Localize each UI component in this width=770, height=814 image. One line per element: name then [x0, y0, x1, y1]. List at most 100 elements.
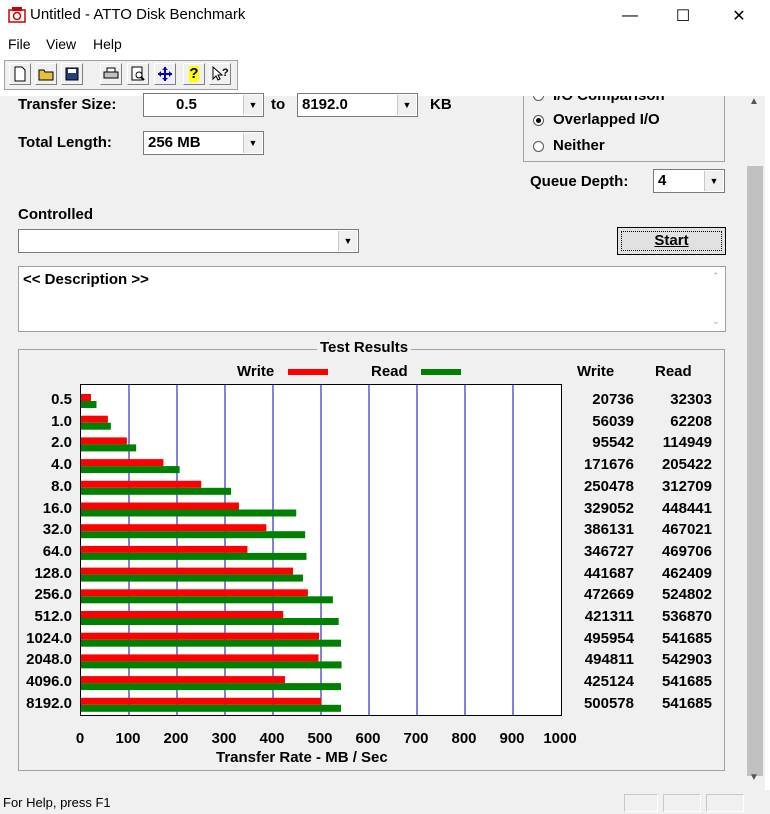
description-textarea[interactable]: << Description >> ⌃ ⌄ — [18, 266, 726, 332]
x-tick-label: 800 — [451, 730, 477, 747]
write-bar — [81, 437, 127, 445]
x-tick-label: 100 — [115, 730, 141, 747]
transfer-size-from-select[interactable]: 0.5 ▼ — [143, 93, 264, 117]
read-value: 448441 — [661, 499, 712, 517]
queue-depth-label: Queue Depth: — [530, 173, 629, 190]
row-label: 4.0 — [51, 456, 72, 474]
read-value: 205422 — [661, 456, 712, 474]
status-panel-1 — [624, 794, 658, 812]
write-value: 495954 — [583, 629, 634, 647]
read-bar — [81, 704, 342, 712]
write-value: 56039 — [592, 412, 634, 430]
write-bar — [81, 524, 267, 532]
status-panel-3 — [706, 794, 744, 812]
vertical-scrollbar[interactable]: ▲ ▼ — [745, 96, 765, 790]
x-tick-label: 400 — [259, 730, 285, 747]
read-bar — [81, 401, 97, 408]
chart-svg — [81, 385, 514, 715]
x-tick-label: 200 — [163, 730, 189, 747]
transfer-size-to-select[interactable]: 8192.0 ▼ — [297, 93, 418, 117]
x-tick-label: 600 — [355, 730, 381, 747]
row-label: 16.0 — [42, 499, 72, 517]
chevron-down-icon[interactable]: ▼ — [397, 95, 416, 115]
start-button-label: Start — [621, 231, 722, 251]
read-column-header: Read — [655, 363, 692, 380]
read-value: 541685 — [661, 694, 712, 712]
minimize-button[interactable]: — — [607, 0, 653, 31]
read-value: 462409 — [661, 564, 712, 582]
read-value: 32303 — [670, 391, 712, 408]
write-value: 329052 — [583, 499, 634, 517]
read-bar — [81, 466, 180, 474]
write-bar — [81, 394, 91, 401]
scroll-up-icon[interactable]: ▲ — [749, 96, 759, 107]
write-bar — [81, 567, 294, 575]
chevron-down-icon[interactable]: ▼ — [243, 133, 262, 153]
write-value: 425124 — [583, 673, 634, 691]
io-comparison-radio[interactable] — [533, 96, 544, 101]
maximize-button[interactable]: ☐ — [660, 0, 706, 31]
io-comparison-label: I/O Comparison — [553, 96, 665, 104]
row-label: 1024.0 — [26, 629, 72, 647]
overlapped-io-label[interactable]: Overlapped I/O — [553, 111, 660, 128]
save-icon[interactable] — [61, 63, 83, 85]
row-label: 128.0 — [34, 564, 72, 582]
menu-help[interactable]: Help — [93, 36, 122, 52]
new-file-icon[interactable] — [9, 63, 31, 85]
kb-label: KB — [430, 96, 452, 113]
open-folder-icon[interactable] — [35, 63, 57, 85]
window-title: Untitled - ATTO Disk Benchmark — [30, 6, 246, 23]
menu-file[interactable]: File — [8, 36, 31, 52]
app-icon — [8, 6, 26, 24]
menu-view[interactable]: View — [46, 36, 76, 52]
scroll-down-icon[interactable]: ▼ — [749, 772, 759, 783]
status-panel-2 — [663, 794, 701, 812]
read-bar — [81, 552, 307, 560]
move-icon[interactable] — [154, 63, 176, 85]
x-tick-label: 1000 — [543, 730, 577, 747]
context-help-icon[interactable]: ? — [209, 63, 231, 85]
x-tick-label: 900 — [499, 730, 525, 747]
overlapped-io-radio[interactable] — [533, 115, 544, 126]
neither-radio[interactable] — [533, 141, 544, 152]
io-comparison-option[interactable]: I/O Comparison — [523, 96, 725, 107]
chevron-down-icon[interactable]: ⌄ — [712, 316, 720, 327]
write-bar — [81, 459, 164, 467]
read-value: 62208 — [670, 412, 712, 430]
x-tick-label: 0 — [75, 730, 85, 747]
chevron-up-icon[interactable]: ⌃ — [712, 271, 720, 282]
print-icon[interactable] — [100, 63, 122, 85]
read-bar — [81, 574, 303, 582]
write-value: 421311 — [584, 608, 634, 625]
read-value: 469706 — [661, 542, 712, 560]
close-button[interactable]: ✕ — [716, 0, 762, 31]
row-label: 512.0 — [34, 608, 72, 625]
chevron-down-icon[interactable]: ▼ — [338, 231, 357, 251]
scrollbar-thumb[interactable] — [747, 166, 763, 776]
help-icon[interactable]: ? — [183, 63, 205, 85]
write-value: 171676 — [583, 456, 634, 474]
write-value: 500578 — [583, 694, 634, 712]
to-label: to — [271, 96, 286, 113]
row-label: 2.0 — [51, 434, 72, 452]
write-value: 494811 — [584, 651, 634, 669]
legend-write-label: Write — [237, 363, 275, 380]
print-preview-icon[interactable] — [127, 63, 149, 85]
transfer-size-label: Transfer Size: — [18, 96, 117, 113]
controlled-label: Controlled — [18, 206, 93, 223]
write-bar — [81, 589, 308, 597]
controlled-select[interactable]: ▼ — [18, 229, 359, 253]
neither-label[interactable]: Neither — [553, 137, 605, 154]
total-length-select[interactable]: 256 MB ▼ — [143, 131, 264, 155]
queue-depth-select[interactable]: 4 ▼ — [653, 169, 725, 193]
total-length-label: Total Length: — [18, 134, 112, 151]
legend-read-swatch — [421, 369, 461, 375]
start-button[interactable]: Start — [617, 227, 726, 255]
description-scrollbar[interactable]: ⌃ ⌄ — [708, 267, 725, 331]
write-bar — [81, 545, 248, 553]
transfer-size-to-value: 8192.0 — [302, 96, 348, 113]
status-help-text: For Help, press F1 — [3, 795, 111, 810]
chevron-down-icon[interactable]: ▼ — [704, 171, 723, 191]
read-value: 541685 — [661, 673, 712, 691]
chevron-down-icon[interactable]: ▼ — [243, 95, 262, 115]
